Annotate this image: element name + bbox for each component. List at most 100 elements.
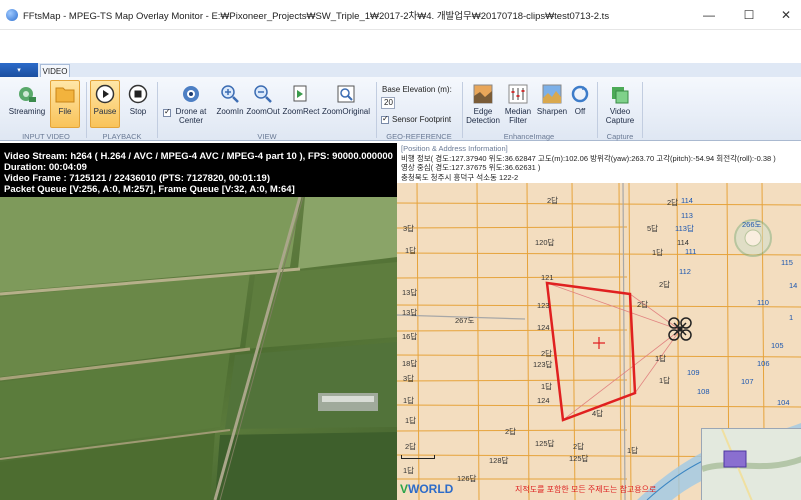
parcel-label: 2답 bbox=[505, 427, 517, 436]
app-menu-button[interactable]: ▾ bbox=[0, 63, 38, 77]
sensor-footprint-checkbox[interactable]: Sensor Footprint bbox=[381, 114, 451, 124]
stop-button[interactable]: Stop bbox=[124, 83, 152, 116]
drone-at-center-line2: Center bbox=[178, 116, 203, 125]
parcel-label: 1답 bbox=[659, 376, 671, 385]
base-elevation-label: Base Elevation (m): bbox=[382, 85, 452, 94]
parcel-label: 128답 bbox=[489, 456, 509, 465]
maximize-button[interactable]: ☐ bbox=[733, 0, 765, 30]
map-disclaimer: 지적도를 포함한 모든 주제도는 참고용으로 bbox=[515, 485, 657, 494]
parcel-label: 1답 bbox=[627, 446, 639, 455]
median-filter-icon bbox=[507, 83, 529, 105]
drone-at-center-button[interactable]: Drone at Center bbox=[172, 83, 210, 125]
parcel-label-blue: 107 bbox=[741, 377, 754, 386]
parcel-label: 2답 bbox=[637, 300, 649, 309]
video-capture-line2: Capture bbox=[605, 116, 635, 125]
group-separator bbox=[642, 82, 643, 138]
group-separator bbox=[157, 82, 158, 138]
video-panel[interactable]: Video Stream: h264 ( H.264 / AVC / MPEG-… bbox=[0, 143, 397, 500]
parcel-label: 4답 bbox=[592, 409, 604, 418]
parcel-label: 13답 bbox=[402, 308, 418, 317]
group-geo-reference-label: GEO-REFERENCE bbox=[386, 132, 452, 141]
parcel-label-blue: 112 bbox=[679, 267, 691, 276]
parcel-label: 2답 bbox=[547, 196, 559, 205]
group-input-video-label: INPUT VIDEO bbox=[22, 132, 70, 141]
parcel-label-blue: 109 bbox=[687, 368, 700, 377]
parcel-label: 124 bbox=[537, 323, 550, 332]
parcel-label: 1답 bbox=[652, 248, 664, 257]
close-button[interactable]: ✕ bbox=[770, 0, 801, 30]
parcel-label: 124 bbox=[537, 396, 550, 405]
overview-minimap[interactable] bbox=[701, 428, 801, 500]
parcel-label: 267도 bbox=[455, 316, 475, 325]
zoomoriginal-label: ZoomOriginal bbox=[321, 107, 370, 116]
window-title: FFtsMap - MPEG-TS Map Overlay Monitor - … bbox=[23, 10, 610, 22]
parcel-label: 18답 bbox=[402, 359, 418, 368]
enhance-off-button[interactable]: Off bbox=[568, 83, 592, 116]
refresh-icon bbox=[569, 83, 591, 105]
sharpen-button[interactable]: Sharpen bbox=[535, 83, 569, 116]
title-bar: FFtsMap - MPEG-TS Map Overlay Monitor - … bbox=[0, 0, 801, 30]
zoomrect-button[interactable]: ZoomRect bbox=[280, 83, 322, 116]
app-icon bbox=[6, 8, 18, 21]
zoomrect-label: ZoomRect bbox=[282, 107, 320, 116]
vworld-logo-v: V bbox=[400, 482, 409, 496]
parcel-label: 3답 bbox=[403, 224, 415, 233]
parcel-label: 1답 bbox=[405, 416, 417, 425]
median-filter-line1: Median bbox=[504, 107, 532, 116]
file-button[interactable]: File bbox=[50, 80, 80, 128]
parcel-label: 125답 bbox=[569, 454, 589, 463]
parcel-label-blue: 114 bbox=[681, 196, 693, 205]
group-playback-label: PLAYBACK bbox=[102, 132, 142, 141]
minimize-button[interactable]: — bbox=[693, 0, 725, 30]
parcel-label: 1답 bbox=[405, 246, 417, 255]
parcel-label-blue: 113 bbox=[681, 211, 693, 220]
position-address-info: [Position & Address Information] 비행 정보( … bbox=[397, 143, 801, 183]
video-info-line: Video Stream: h264 ( H.264 / AVC / MPEG-… bbox=[4, 151, 393, 162]
video-capture-button[interactable]: Video Capture bbox=[602, 83, 638, 125]
parcel-label: 2답 bbox=[573, 442, 585, 451]
parcel-label: 120답 bbox=[535, 238, 555, 247]
edge-detection-button[interactable]: Edge Detection bbox=[465, 83, 501, 125]
checkbox-checked-icon bbox=[381, 114, 389, 124]
median-filter-line2: Filter bbox=[509, 116, 527, 125]
parcel-label: 125답 bbox=[535, 439, 555, 448]
sharpen-icon bbox=[541, 83, 563, 105]
parcel-label: 2답 bbox=[659, 280, 671, 289]
video-info-line: Video Frame : 7125121 / 22436010 (PTS: 7… bbox=[4, 173, 270, 184]
streaming-button[interactable]: Streaming bbox=[8, 83, 46, 116]
parcel-label: 2답 bbox=[405, 442, 417, 451]
stop-label: Stop bbox=[129, 107, 147, 116]
parcel-label-blue: 105 bbox=[771, 341, 784, 350]
stop-icon bbox=[127, 83, 149, 105]
parcel-label-blue: 1 bbox=[789, 313, 794, 322]
video-info-line: Packet Queue [V:256, A:0, M:257], Frame … bbox=[4, 184, 295, 195]
parcel-label: 16답 bbox=[402, 332, 418, 341]
video-stream-info: Video Stream: h264 ( H.264 / AVC / MPEG-… bbox=[4, 151, 393, 195]
tab-video[interactable]: VIDEO bbox=[40, 64, 70, 78]
parcel-label-blue: 115 bbox=[781, 258, 793, 267]
map-panel[interactable]: [Position & Address Information] 비행 정보( … bbox=[397, 143, 801, 500]
cadastral-map[interactable]: 2답 2답 3답 120답 1답 5답 13답 13답 16답 18답 267도… bbox=[397, 183, 801, 500]
zoom-rect-icon bbox=[290, 83, 312, 105]
zoomout-label: ZoomOut bbox=[246, 107, 280, 116]
drone-at-center-line1: Drone at bbox=[175, 107, 207, 116]
pause-button[interactable]: Pause bbox=[90, 80, 120, 128]
zoomin-button[interactable]: ZoomIn bbox=[213, 83, 247, 116]
zoomout-button[interactable]: ZoomOut bbox=[244, 83, 282, 116]
median-filter-button[interactable]: Median Filter bbox=[502, 83, 534, 125]
ribbon-tab-row bbox=[0, 63, 801, 77]
video-capture-icon bbox=[609, 83, 631, 105]
parcel-label-blue: 110 bbox=[757, 298, 769, 307]
base-elevation-input[interactable]: 20 bbox=[381, 97, 395, 109]
parcel-label: 5답 bbox=[647, 224, 659, 233]
enhance-off-label: Off bbox=[574, 107, 586, 116]
checkbox-checked-icon bbox=[163, 107, 171, 117]
sharpen-label: Sharpen bbox=[536, 107, 568, 116]
streaming-label: Streaming bbox=[8, 107, 46, 116]
parcel-label: 126답 bbox=[457, 474, 477, 483]
parcel-label: 1답 bbox=[403, 396, 415, 405]
zoomoriginal-button[interactable]: ZoomOriginal bbox=[320, 83, 372, 116]
edge-detection-icon bbox=[472, 83, 494, 105]
streaming-icon bbox=[16, 83, 38, 105]
image-center-line: 영상 중심( 경도:127.37675 위도:36.62631 ) bbox=[401, 163, 541, 172]
